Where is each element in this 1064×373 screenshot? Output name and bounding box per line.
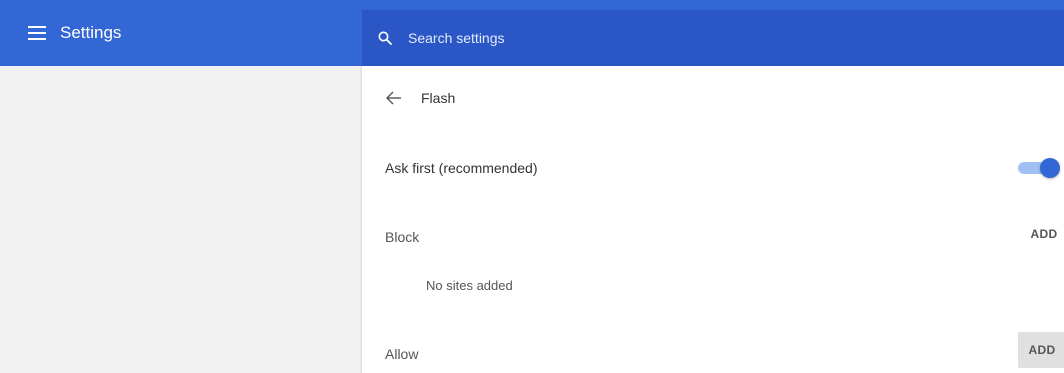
block-add-button[interactable]: ADD [1022,222,1064,246]
app-title: Settings [60,23,122,42]
arrow-back-icon[interactable] [384,88,404,108]
sidebar [0,66,362,373]
block-section-label: Block [385,229,420,245]
top-bar: Settings [0,0,1064,66]
allow-add-button[interactable]: ADD [1018,332,1064,368]
settings-content-panel: Flash Ask first (recommended) Block ADD … [362,66,1064,373]
allow-section-label: Allow [385,346,419,362]
search-input[interactable] [406,29,910,47]
page-title: Flash [421,90,456,106]
header-left: Settings [0,0,362,66]
block-empty-text: No sites added [426,278,513,293]
ask-first-toggle[interactable] [1014,158,1060,178]
toggle-knob [1040,158,1060,178]
hamburger-menu-icon[interactable] [26,22,48,44]
search-icon[interactable] [376,29,394,47]
ask-first-label: Ask first (recommended) [385,160,538,176]
search-bar[interactable] [362,10,1064,66]
